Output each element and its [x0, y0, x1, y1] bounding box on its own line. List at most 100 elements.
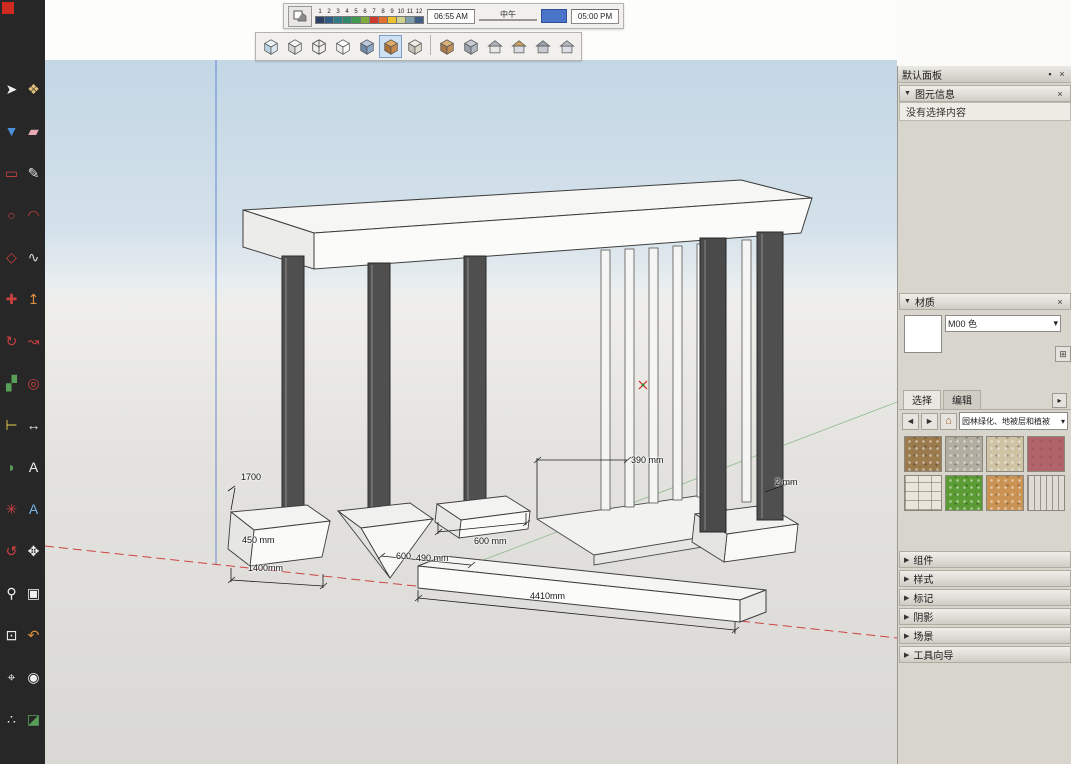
create-material-button[interactable]: ⊞ [1055, 346, 1071, 362]
swatch-gravel-gray[interactable] [945, 436, 983, 472]
tab-edit[interactable]: 编辑 [943, 390, 981, 409]
shaded-style-button[interactable] [355, 35, 378, 58]
swatch-fence-white[interactable] [1027, 475, 1065, 511]
material-preview[interactable] [904, 315, 942, 353]
zoom-tool[interactable]: ⚲ [1, 572, 23, 614]
month-4[interactable]: 4 [343, 9, 351, 24]
chevron-down-icon[interactable]: ▾ [1053, 318, 1058, 329]
close-panel-icon[interactable]: × [1056, 68, 1068, 80]
xray-style-button[interactable] [259, 35, 282, 58]
month-3[interactable]: 3 [334, 9, 342, 24]
column-group[interactable] [282, 256, 486, 522]
shaded-textures-style-button[interactable] [379, 35, 402, 58]
modeling-viewport[interactable]: 1700 450 mm 1400mm 600 mm 600 490 mm 441… [45, 60, 897, 764]
month-2[interactable]: 2 [325, 9, 333, 24]
view-iso-button[interactable] [435, 35, 458, 58]
offset-tool[interactable]: ◎ [23, 362, 45, 404]
protractor-tool[interactable]: ◗ [1, 446, 23, 488]
tray-section-场景[interactable]: ▶场景 [899, 627, 1071, 644]
material-category-dropdown[interactable]: 园林绿化、地被层和植被 ▾ [959, 412, 1068, 430]
orbit-tool[interactable]: ↺ [1, 530, 23, 572]
column-group-right[interactable] [700, 232, 783, 532]
time-slider-handle[interactable] [541, 9, 567, 23]
3d-text-tool[interactable]: A [23, 488, 45, 530]
pin-icon[interactable]: ▪ [1044, 68, 1056, 80]
time-slider[interactable]: 中午 [479, 8, 537, 24]
line-tool[interactable]: ✎ [23, 152, 45, 194]
view-left-button[interactable] [555, 35, 578, 58]
swatch-pavers-white[interactable] [904, 475, 942, 511]
forward-icon[interactable]: ► [921, 413, 938, 430]
month-10[interactable]: 10 [397, 9, 405, 24]
slat-group[interactable] [601, 240, 751, 510]
tray-section-组件[interactable]: ▶组件 [899, 551, 1071, 568]
month-8[interactable]: 8 [379, 9, 387, 24]
close-section-icon[interactable]: × [1054, 296, 1066, 308]
hidden-line-style-button[interactable] [331, 35, 354, 58]
previous-view-tool[interactable]: ↶ [23, 614, 45, 656]
top-slab[interactable] [243, 180, 812, 269]
month-6[interactable]: 6 [361, 9, 369, 24]
month-1[interactable]: 1 [316, 9, 324, 24]
swatch-mulch-tan[interactable] [986, 475, 1024, 511]
freehand-tool[interactable]: ∿ [23, 236, 45, 278]
rotate-tool[interactable]: ↻ [1, 320, 23, 362]
tray-section-标记[interactable]: ▶标记 [899, 589, 1071, 606]
arc-tool[interactable]: ◠ [23, 194, 45, 236]
month-5[interactable]: 5 [352, 9, 360, 24]
swatch-grass-green[interactable] [945, 475, 983, 511]
material-name-field[interactable]: M00 色 ▾ [945, 315, 1061, 332]
tab-select[interactable]: 选择 [903, 390, 941, 409]
position-camera-tool[interactable]: ⌖ [1, 656, 23, 698]
month-11[interactable]: 11 [406, 9, 414, 24]
select-tool[interactable]: ➤ [1, 68, 23, 110]
tray-section-样式[interactable]: ▶样式 [899, 570, 1071, 587]
month-7[interactable]: 7 [370, 9, 378, 24]
tray-section-阴影[interactable]: ▶阴影 [899, 608, 1071, 625]
wireframe-style-button[interactable] [307, 35, 330, 58]
walk-tool[interactable]: ∴ [1, 698, 23, 740]
footing-middle[interactable] [435, 496, 530, 538]
close-section-icon[interactable]: × [1054, 88, 1066, 100]
back-edges-style-button[interactable] [283, 35, 306, 58]
view-front-button[interactable] [483, 35, 506, 58]
make-component-tool[interactable]: ❖ [23, 68, 45, 110]
view-right-button[interactable] [507, 35, 530, 58]
month-9[interactable]: 9 [388, 9, 396, 24]
dimension-tool[interactable]: ↔ [23, 404, 45, 446]
swatch-pebbles[interactable] [986, 436, 1024, 472]
follow-me-tool[interactable]: ↝ [23, 320, 45, 362]
back-icon[interactable]: ◄ [902, 413, 919, 430]
push-pull-tool[interactable]: ↥ [23, 278, 45, 320]
move-tool[interactable]: ✚ [1, 278, 23, 320]
detail-arrow-icon[interactable]: ▸ [1052, 393, 1067, 408]
eraser-tool[interactable]: ▰ [23, 110, 45, 152]
view-back-button[interactable] [531, 35, 554, 58]
materials-header[interactable]: ▼ 材质 × [899, 293, 1071, 310]
tray-section-工具向导[interactable]: ▶工具向导 [899, 646, 1071, 663]
scale-tool[interactable]: ▞ [1, 362, 23, 404]
axes-tool[interactable]: ✳ [1, 488, 23, 530]
view-top-button[interactable] [459, 35, 482, 58]
entity-info-header[interactable]: ▼ 图元信息 × [899, 85, 1071, 102]
circle-tool[interactable]: ○ [1, 194, 23, 236]
look-around-tool[interactable]: ◉ [23, 656, 45, 698]
month-label: 10 [398, 9, 405, 16]
in-model-icon[interactable]: ⌂ [940, 413, 957, 430]
rectangle-tool[interactable]: ▭ [1, 152, 23, 194]
shadow-toggle-button[interactable] [288, 6, 312, 27]
polygon-tool[interactable]: ◇ [1, 236, 23, 278]
month-12[interactable]: 12 [415, 9, 423, 24]
paint-bucket-tool[interactable]: ▼ [1, 110, 23, 152]
swatch-gravel-brown[interactable] [904, 436, 942, 472]
swatch-stone-red[interactable] [1027, 436, 1065, 472]
monochrome-style-button[interactable] [403, 35, 426, 58]
text-tool[interactable]: A [23, 446, 45, 488]
time-start-field[interactable]: 06:55 AM [427, 9, 475, 24]
zoom-window-tool[interactable]: ▣ [23, 572, 45, 614]
pan-tool[interactable]: ✥ [23, 530, 45, 572]
tape-measure-tool[interactable]: ⊢ [1, 404, 23, 446]
time-end-field[interactable]: 05:00 PM [571, 9, 619, 24]
zoom-extents-tool[interactable]: ⊡ [1, 614, 23, 656]
section-plane-tool[interactable]: ◪ [23, 698, 45, 740]
